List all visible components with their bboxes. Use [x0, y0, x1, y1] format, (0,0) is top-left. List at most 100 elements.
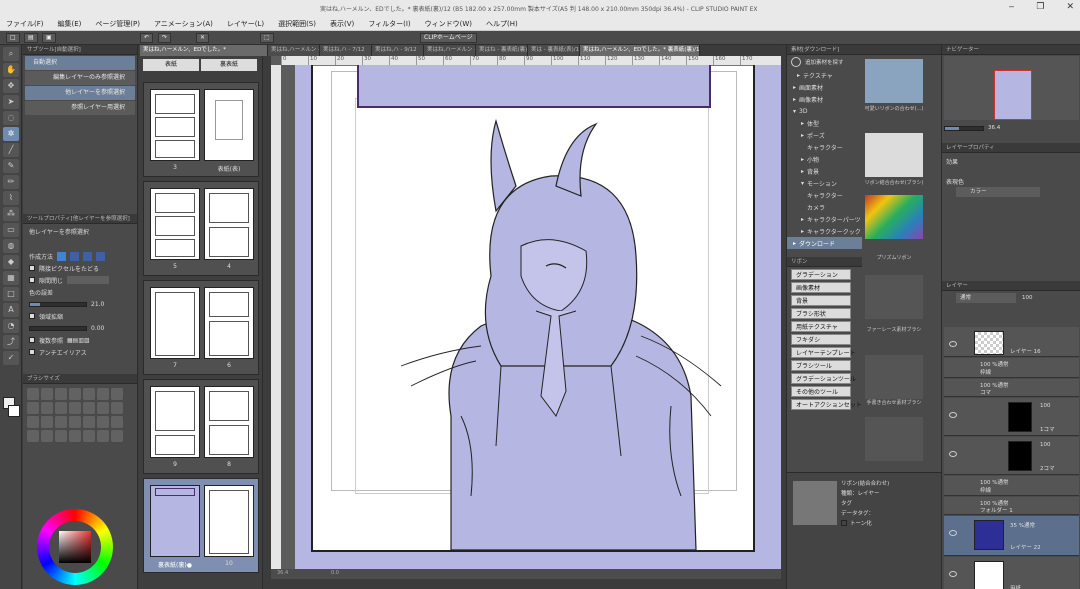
page-thumb[interactable] [204, 386, 254, 458]
page-spread[interactable]: 7 6 [143, 280, 259, 375]
correct-icon[interactable]: ✓ [3, 351, 19, 365]
figure-icon[interactable]: □ [3, 287, 19, 301]
find-material-icon[interactable] [791, 57, 801, 67]
clear-icon[interactable]: ✕ [196, 33, 210, 43]
layer-row[interactable]: レイヤー 16 [944, 327, 1079, 357]
opacity-readout[interactable]: 100 [1022, 295, 1033, 301]
menu-layer[interactable]: レイヤー(L) [227, 19, 264, 29]
layer-row[interactable]: 用紙 [944, 557, 1079, 589]
page-thumb[interactable] [150, 188, 200, 260]
layer-ref-icons[interactable]: ▦▤▥▧ [67, 337, 90, 344]
blend-mode-select[interactable]: 通常 [956, 293, 1016, 303]
page-thumb[interactable] [150, 89, 200, 161]
page-spread-selected[interactable]: 裏表紙(裏)● 10 [143, 478, 259, 573]
material-thumb-ribbon-set[interactable] [865, 59, 923, 103]
operation-icon[interactable]: ➤ [3, 95, 19, 109]
balloon-icon[interactable]: ◔ [3, 319, 19, 333]
menu-file[interactable]: ファイル(F) [6, 19, 44, 29]
tree-item-image[interactable]: ▸ 画像素材 [787, 93, 862, 105]
tab-document[interactable]: 実は - 裏表紙(表)/12 [528, 45, 580, 56]
page-thumb[interactable] [150, 287, 200, 359]
eraser-icon[interactable]: ▭ [3, 223, 19, 237]
expand-slider[interactable] [29, 325, 87, 331]
open-icon[interactable]: ▤ [24, 33, 38, 43]
redo-icon[interactable]: ↷ [158, 33, 172, 43]
multi-ref-checkbox[interactable] [29, 337, 35, 343]
color-wheel[interactable] [37, 509, 113, 585]
sub-color-swatch[interactable] [8, 405, 20, 417]
tab-active-document[interactable]: 実はね,ハーメルン、EDでした。* 裏表紙(裏)/12 [580, 45, 700, 56]
material-thumb-stroke[interactable] [865, 417, 923, 461]
eye-icon[interactable] [949, 451, 957, 457]
tag-balloon[interactable]: フキダシ [791, 334, 851, 345]
subtract-selection-icon[interactable] [83, 251, 93, 261]
layer-row[interactable]: 100 %通常 枠線 [944, 358, 1079, 378]
fill-icon[interactable]: ◆ [3, 255, 19, 269]
line-edit-icon[interactable]: ⤴ [3, 335, 19, 349]
page-thumb[interactable] [204, 485, 254, 557]
close-icon[interactable]: ✕ [1066, 2, 1074, 12]
tab-document[interactable]: 実はね,ハーメルン - 10/12 [424, 45, 476, 56]
page-thumb[interactable] [204, 287, 254, 359]
tag-image-material[interactable]: 画像素材 [791, 282, 851, 293]
eyedropper-icon[interactable]: ╱ [3, 143, 19, 157]
material-thumb-ribbon-brush[interactable] [865, 133, 923, 177]
color-margin-slider[interactable] [29, 301, 87, 307]
tree-item-pose[interactable]: ▸ ポーズ [787, 129, 862, 141]
page-thumb[interactable] [150, 485, 200, 557]
move-icon[interactable]: ✥ [3, 79, 19, 93]
tree-item-camera[interactable]: カメラ [787, 201, 862, 213]
save-icon[interactable]: ▣ [42, 33, 56, 43]
pencil-icon[interactable]: ✏ [3, 175, 19, 189]
tree-item-background[interactable]: ▸ 背景 [787, 165, 862, 177]
blend-icon[interactable]: ◍ [3, 239, 19, 253]
tag-brush-tool[interactable]: ブラシツール [791, 360, 851, 371]
layer-folder-row[interactable]: 100 %通常 フォルダー 1 [944, 497, 1079, 515]
tree-item-screen[interactable]: ▸ 画面素材 [787, 81, 862, 93]
expand-checkbox[interactable] [29, 313, 35, 319]
subtool-reference-layer[interactable]: 参照レイヤー用選択 [25, 101, 135, 115]
tab-document[interactable]: 実はね - 裏表紙(裏)/12 [476, 45, 528, 56]
minimize-icon[interactable]: ‒ [1009, 2, 1015, 12]
tag-gradation[interactable]: グラデーション [791, 269, 851, 280]
tree-item-download[interactable]: ▸ ダウンロード [787, 237, 862, 249]
menu-filter[interactable]: フィルター(I) [368, 19, 410, 29]
brush-size-grid[interactable] [23, 384, 137, 446]
tag-paper-texture[interactable]: 用紙テクスチャ [791, 321, 851, 332]
subtool-refer-other-layer[interactable]: 他レイヤーを参照選択 [25, 86, 135, 100]
color-square[interactable] [59, 531, 91, 563]
lasso-icon[interactable]: ◌ [3, 111, 19, 125]
material-thumb-prism-ribbon[interactable] [865, 195, 923, 239]
brush-icon[interactable]: ⌇ [3, 191, 19, 205]
page-thumb[interactable] [204, 89, 254, 161]
close-gap-checkbox[interactable] [29, 277, 35, 283]
menu-help[interactable]: ヘルプ(H) [486, 19, 518, 29]
layer-row[interactable]: 100 1コマ [944, 398, 1079, 436]
menu-view[interactable]: 表示(V) [330, 19, 354, 29]
undo-icon[interactable]: ↶ [140, 33, 154, 43]
zoom-readout[interactable]: 36.4 [277, 570, 288, 576]
new-file-icon[interactable]: □ [6, 33, 20, 43]
adjacent-checkbox[interactable] [29, 265, 35, 271]
expression-select[interactable]: カラー [956, 187, 1040, 197]
layer-folder-row[interactable]: 100 %通常 コマ [944, 379, 1079, 397]
tree-item-character-parts[interactable]: ▸ キャラクターパーツ [787, 213, 862, 225]
page-spread[interactable]: 9 8 [143, 379, 259, 474]
find-material-link[interactable]: 追加素材を探す [805, 58, 844, 66]
menu-animation[interactable]: アニメーション(A) [154, 19, 213, 29]
page-thumb[interactable] [204, 188, 254, 260]
navigator-preview[interactable] [944, 56, 1079, 120]
eye-icon[interactable] [949, 412, 957, 418]
intersect-selection-icon[interactable] [96, 251, 106, 261]
eye-icon[interactable] [949, 341, 957, 347]
eye-icon[interactable] [949, 571, 957, 577]
subtool-edit-layer-only[interactable]: 編集レイヤーのみ参照選択 [25, 71, 135, 85]
tree-item-motion-character[interactable]: キャラクター [787, 189, 862, 201]
layer-row-selected[interactable]: 35 %通常 レイヤー 22 [944, 516, 1079, 556]
airbrush-icon[interactable]: ⁂ [3, 207, 19, 221]
tag-background[interactable]: 背景 [791, 295, 851, 306]
eye-icon[interactable] [949, 530, 957, 536]
hand-icon[interactable]: ✋ [3, 63, 19, 77]
tree-item-character[interactable]: キャラクター [787, 141, 862, 153]
tone-checkbox[interactable] [841, 520, 847, 526]
